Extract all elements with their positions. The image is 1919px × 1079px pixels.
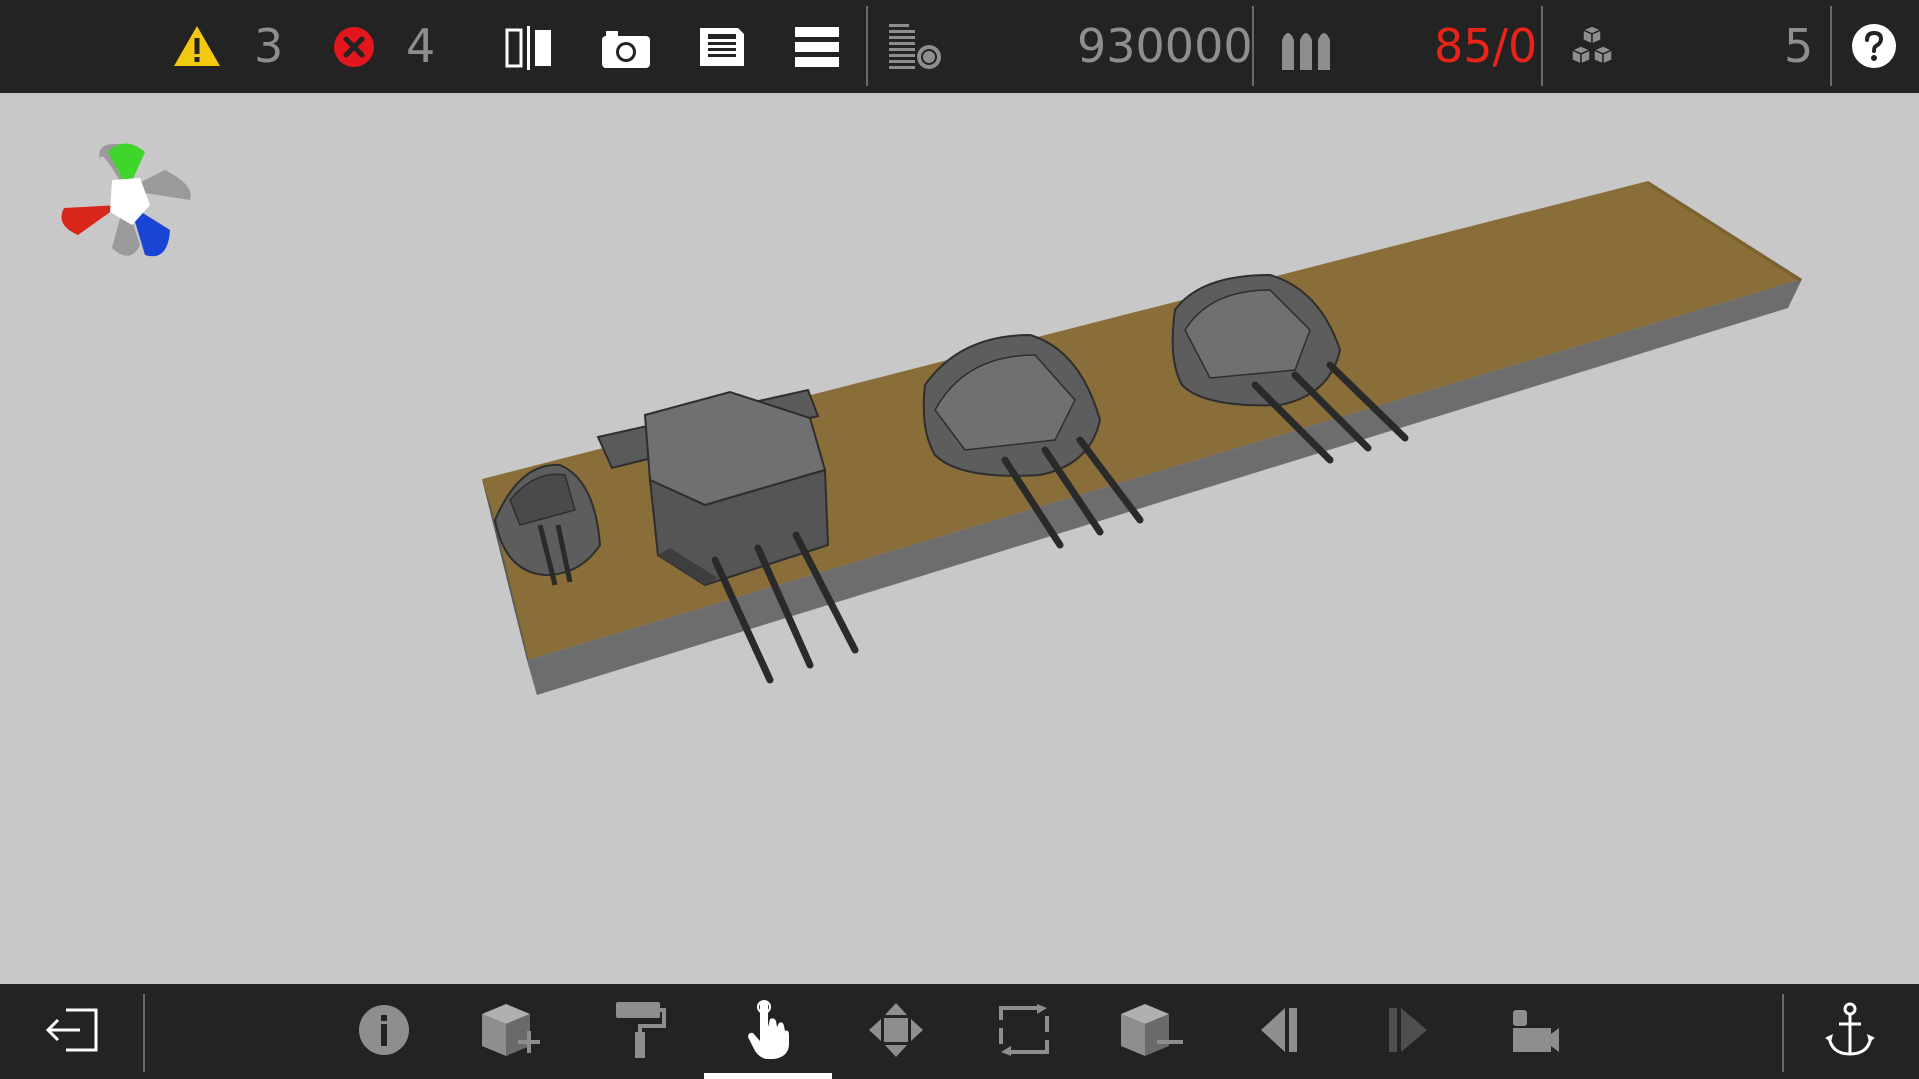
next-icon — [1387, 1006, 1429, 1058]
toolbar-divider — [1782, 994, 1784, 1072]
camera-view-icon — [1511, 1006, 1561, 1058]
scene-render — [61, 143, 1802, 695]
warning-count: 3 — [254, 19, 284, 73]
cost-value: 930000 — [1077, 19, 1253, 73]
ammo-icon — [1280, 24, 1332, 72]
rotate-button[interactable] — [960, 984, 1088, 1079]
paint-icon — [614, 1000, 666, 1064]
next-button[interactable] — [1344, 984, 1472, 1079]
remove-part-icon — [1119, 1002, 1185, 1062]
anchor-icon — [1825, 1002, 1875, 1062]
rotate-icon — [997, 1003, 1051, 1060]
3d-viewport[interactable] — [0, 93, 1919, 984]
weight-icon — [887, 22, 943, 72]
toolbar-divider — [1252, 6, 1254, 86]
active-tool-indicator — [704, 1073, 832, 1079]
toolbar-divider — [143, 994, 145, 1072]
anchor-button[interactable] — [1786, 984, 1914, 1079]
select-hand-icon — [746, 999, 790, 1065]
warning-icon[interactable] — [172, 24, 222, 68]
move-button[interactable] — [832, 984, 960, 1079]
add-part-button[interactable] — [448, 984, 576, 1079]
camera-view-button[interactable] — [1472, 984, 1600, 1079]
exit-button[interactable] — [8, 984, 136, 1079]
error-count: 4 — [406, 19, 436, 73]
top-toolbar — [0, 0, 1919, 93]
ammo-value: 85/0 — [1434, 19, 1538, 73]
paint-button[interactable] — [576, 984, 704, 1079]
parts-count: 5 — [1784, 19, 1814, 73]
add-part-icon — [480, 1002, 544, 1062]
parts-icon — [1565, 24, 1619, 72]
remove-part-button[interactable] — [1088, 984, 1216, 1079]
orientation-gizmo[interactable] — [61, 143, 191, 257]
select-button[interactable] — [704, 984, 832, 1079]
exit-icon — [44, 1006, 100, 1058]
move-icon — [867, 1001, 925, 1063]
error-icon[interactable] — [333, 26, 375, 68]
mirror-icon[interactable] — [503, 25, 555, 71]
previous-button[interactable] — [1216, 984, 1344, 1079]
save-icon[interactable] — [698, 26, 746, 68]
camera-icon[interactable] — [600, 28, 652, 70]
help-icon[interactable] — [1850, 22, 1898, 70]
toolbar-divider — [1830, 6, 1832, 86]
previous-icon — [1259, 1006, 1301, 1058]
toolbar-divider — [1541, 6, 1543, 86]
menu-icon[interactable] — [795, 26, 839, 68]
info-button[interactable] — [320, 984, 448, 1079]
toolbar-divider — [866, 6, 868, 86]
info-icon — [358, 1004, 410, 1060]
